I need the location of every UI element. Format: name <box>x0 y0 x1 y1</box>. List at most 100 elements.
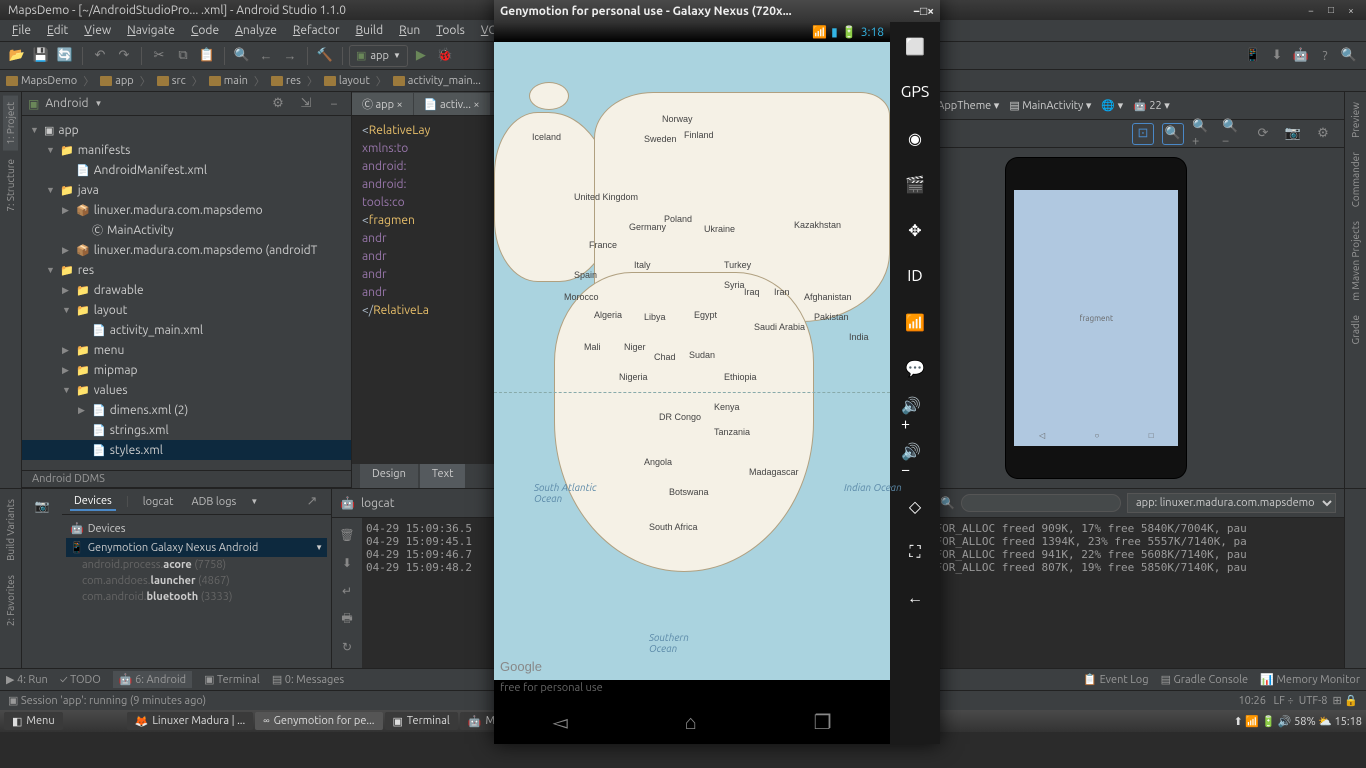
tree-node[interactable]: 📄 styles.xml <box>22 440 351 460</box>
preview-tab[interactable]: Preview <box>1348 96 1363 144</box>
build-variants-tab[interactable]: Build Variants <box>3 493 18 567</box>
tree-node[interactable]: ▶📄 dimens.xml (2) <box>22 400 351 420</box>
breadcrumb-item[interactable]: main <box>209 75 248 87</box>
geny-tool-icon[interactable]: 🔊− <box>901 446 929 474</box>
devices-settings-icon[interactable]: ↗ <box>301 491 323 513</box>
refresh-icon[interactable]: ⟳ <box>1252 123 1274 145</box>
geny-tool-icon[interactable]: ⬜ <box>901 32 929 60</box>
emu-minimize[interactable]: − <box>913 5 920 18</box>
zoom-actual-icon[interactable]: 🔍 <box>1162 123 1184 145</box>
menu-code[interactable]: Code <box>183 22 227 39</box>
geny-tool-icon[interactable]: GPS <box>901 78 929 106</box>
back-icon[interactable]: ← <box>255 45 277 67</box>
breadcrumb-item[interactable]: layout <box>324 75 370 87</box>
help-icon[interactable]: ? <box>1314 45 1336 67</box>
tree-node[interactable]: ▼📁 java <box>22 180 351 200</box>
zoom-out-icon[interactable]: 🔍− <box>1222 123 1244 145</box>
gradle-console-tab[interactable]: ▤ Gradle Console <box>1161 673 1249 686</box>
find-icon[interactable]: 🔍 <box>231 45 253 67</box>
design-tab[interactable]: Design <box>360 464 418 488</box>
commander-tab[interactable]: Commander <box>1348 146 1363 213</box>
recent-button[interactable]: ❐ <box>814 710 832 734</box>
menu-file[interactable]: File <box>4 22 39 39</box>
run-config-selector[interactable]: ▣app▼ <box>349 45 408 67</box>
breadcrumb-item[interactable]: res <box>271 75 301 87</box>
tree-node[interactable]: Ⓒ MainActivity <box>22 220 351 240</box>
zoom-in-icon[interactable]: 🔍+ <box>1192 123 1214 145</box>
tree-node[interactable]: ▶📦 linuxer.madura.com.mapsdemo <box>22 200 351 220</box>
restart-icon[interactable]: ↻ <box>332 634 362 660</box>
text-tab[interactable]: Text <box>420 464 466 488</box>
emulator-window[interactable]: Genymotion for personal use - Galaxy Nex… <box>494 0 940 744</box>
make-icon[interactable]: 🔨 <box>314 45 336 67</box>
menu-view[interactable]: View <box>76 22 119 39</box>
close-button[interactable]: × <box>1344 3 1358 17</box>
menu-run[interactable]: Run <box>391 22 428 39</box>
search-icon[interactable]: 🔍 <box>1338 45 1360 67</box>
adb-logs-tab[interactable]: ADB logs <box>187 494 240 510</box>
tree-node[interactable]: 📄 activity_main.xml <box>22 320 351 340</box>
tree-node[interactable]: ▼▣ app <box>22 120 351 140</box>
locale-selector[interactable]: 🌐 ▾ <box>1101 99 1123 112</box>
run-button[interactable]: ▶ <box>410 45 432 67</box>
forward-icon[interactable]: → <box>279 45 301 67</box>
home-button[interactable]: ⌂ <box>685 710 697 735</box>
tree-node[interactable]: ▶📁 menu <box>22 340 351 360</box>
geny-tool-icon[interactable]: ID <box>901 262 929 290</box>
breadcrumb-item[interactable]: src <box>157 75 186 87</box>
tree-node[interactable]: ▼📁 layout <box>22 300 351 320</box>
project-view-mode[interactable]: Android <box>45 97 88 110</box>
messages-tab[interactable]: ▤ 0: Messages <box>272 673 344 686</box>
gradle-tab[interactable]: Gradle <box>1348 309 1363 351</box>
back-button[interactable]: ◅ <box>552 710 567 734</box>
sync-icon[interactable]: 🔄 <box>54 45 76 67</box>
tree-node[interactable]: 📄 strings.xml <box>22 420 351 440</box>
tree-node[interactable]: 📄 AndroidManifest.xml <box>22 160 351 180</box>
emu-close[interactable]: × <box>927 5 934 18</box>
geny-tool-icon[interactable]: ✥ <box>901 216 929 244</box>
process-row[interactable]: android.process.acore (7758) <box>66 557 327 573</box>
geny-tool-icon[interactable]: ⛶ <box>901 538 929 566</box>
debug-button[interactable]: 🐞 <box>434 45 456 67</box>
print-icon[interactable]: 🖶 <box>332 606 362 632</box>
project-tab[interactable]: 1: Project <box>3 96 18 151</box>
menu-tools[interactable]: Tools <box>428 22 473 39</box>
run-tab[interactable]: ▶ 4: Run <box>6 673 48 686</box>
start-menu[interactable]: ◧ Menu <box>4 712 63 730</box>
maximize-button[interactable]: □ <box>1324 3 1338 17</box>
copy-icon[interactable]: ⧉ <box>172 45 194 67</box>
process-row[interactable]: com.android.bluetooth (3333) <box>66 589 327 605</box>
api-selector[interactable]: 🤖 22 ▾ <box>1133 99 1170 112</box>
todo-tab[interactable]: ✓ TODO <box>60 674 101 686</box>
ddms-icon[interactable]: 🤖 <box>1290 45 1312 67</box>
soft-wrap-icon[interactable]: ↵ <box>332 578 362 604</box>
breadcrumb-item[interactable]: app <box>100 75 134 87</box>
tree-node[interactable]: ▼📁 manifests <box>22 140 351 160</box>
geny-tool-icon[interactable]: 🎬 <box>901 170 929 198</box>
log-search-input[interactable] <box>961 494 1121 512</box>
breadcrumb-item[interactable]: activity_main... <box>393 75 481 87</box>
minimize-button[interactable]: − <box>1304 3 1318 17</box>
encoding[interactable]: UTF-8 <box>1299 695 1328 707</box>
line-separator[interactable]: LF <box>1274 695 1285 707</box>
activity-selector[interactable]: ▤ MainActivity ▾ <box>1009 99 1091 112</box>
google-map[interactable]: Google IcelandNorwaySwedenFinlandUnited … <box>494 42 890 680</box>
device-row[interactable]: 📱Genymotion Galaxy Nexus Android▼ <box>66 538 327 557</box>
tree-node[interactable]: ▶📁 mipmap <box>22 360 351 380</box>
menu-navigate[interactable]: Navigate <box>119 22 183 39</box>
geny-tool-icon[interactable]: ← <box>901 584 929 612</box>
menu-build[interactable]: Build <box>348 22 392 39</box>
paste-icon[interactable]: 📋 <box>196 45 218 67</box>
screenshot-btn[interactable]: 📷 <box>27 493 57 519</box>
geny-tool-icon[interactable]: 💬 <box>901 354 929 382</box>
hide-icon[interactable]: − <box>323 93 345 115</box>
screenshot-icon[interactable]: 📷 <box>1282 123 1304 145</box>
scroll-end-icon[interactable]: ⬇ <box>332 550 362 576</box>
devices-tab[interactable]: Devices <box>70 493 116 511</box>
editor-tab[interactable]: 📄 activ... × <box>414 93 490 115</box>
tree-node[interactable]: ▼📁 res <box>22 260 351 280</box>
menu-refactor[interactable]: Refactor <box>285 22 348 39</box>
task-terminal[interactable]: ▣ Terminal <box>385 712 458 730</box>
undo-icon[interactable]: ↶ <box>89 45 111 67</box>
tree-node[interactable]: ▶📁 drawable <box>22 280 351 300</box>
